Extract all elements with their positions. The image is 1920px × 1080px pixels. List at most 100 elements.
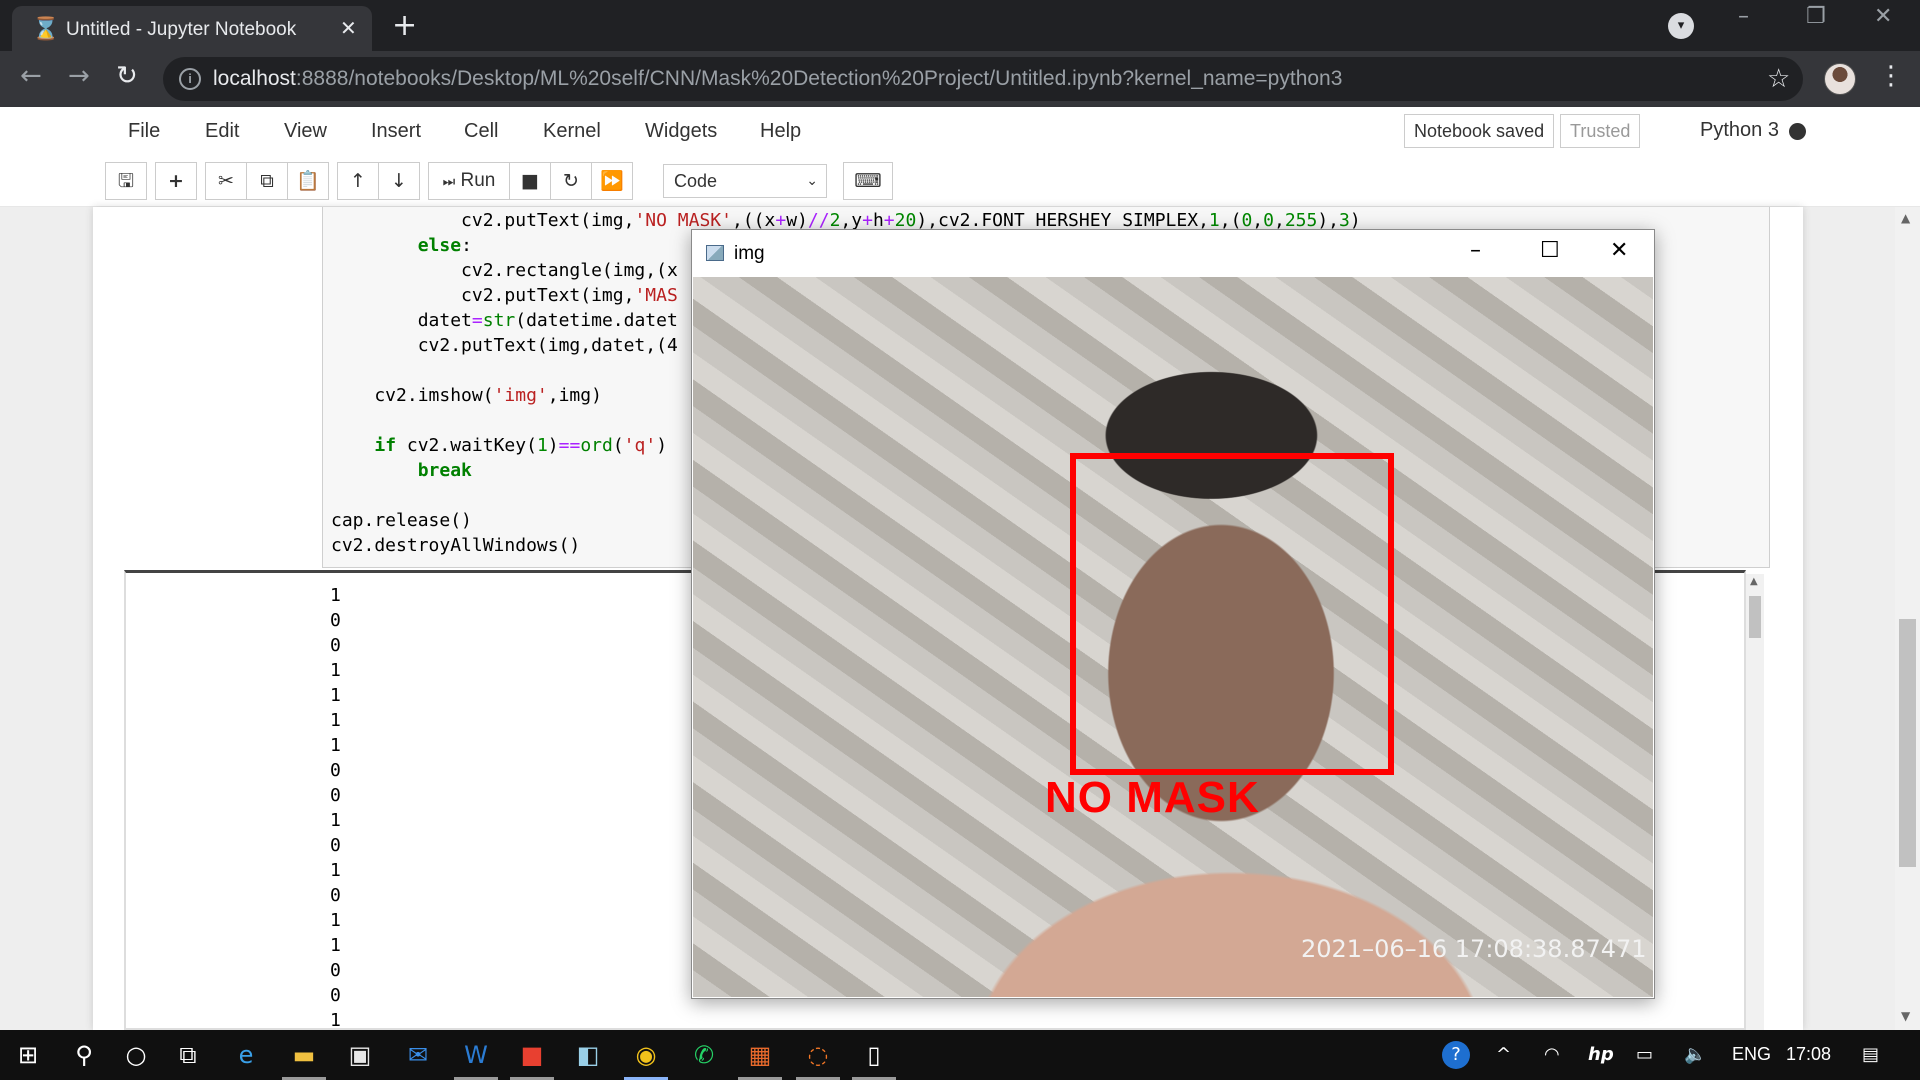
battery-icon[interactable]: ▭ [1636,1044,1653,1065]
help-icon[interactable]: ? [1442,1041,1470,1069]
scrollbar-thumb[interactable] [1899,619,1916,867]
insert-cell-icon[interactable]: + [155,162,197,200]
opencv-image-window[interactable]: img – ☐ ✕ NO MASK 2021–06–16 17:08:38.87… [691,229,1655,999]
run-button[interactable]: ⏭ Run [428,162,510,200]
volume-icon[interactable]: 🔈 [1684,1044,1706,1065]
close-window-icon[interactable]: ✕ [1874,4,1892,29]
output-line: 1 [330,660,341,681]
tab-search-icon[interactable]: ▾ [1668,13,1694,39]
site-info-icon[interactable]: i [179,68,201,90]
maximize-icon[interactable]: ☐ [1540,238,1560,263]
code-line: cap.release() [331,510,472,531]
output-line: 1 [330,710,341,731]
cut-icon[interactable]: ✂ [205,162,247,200]
mail-icon[interactable]: ✉ [390,1030,446,1080]
output-line: 1 [330,810,341,831]
menu-view[interactable]: View [284,120,327,143]
chevron-down-icon: ⌄ [806,173,818,189]
opencv-window-icon[interactable]: ▯ [846,1030,902,1080]
restart-run-all-icon[interactable]: ⏩ [591,162,633,200]
output-scrollbar[interactable]: ▲ [1746,574,1764,1030]
app-icon [706,245,724,261]
browser-menu-icon[interactable]: ⋮ [1878,61,1904,91]
menu-cell[interactable]: Cell [464,120,498,143]
code-line: datet=str(datetime.datet [331,310,678,331]
minimize-icon[interactable]: – [1470,238,1481,263]
kernel-name: Python 3 [1700,119,1779,141]
clock[interactable]: 17:08 [1786,1044,1831,1065]
forward-icon[interactable]: → [68,61,90,91]
output-line: 1 [330,1010,341,1030]
menu-insert[interactable]: Insert [371,120,421,143]
scroll-down-icon[interactable]: ▼ [1901,1009,1910,1023]
new-tab-button[interactable]: + [392,8,417,43]
output-line: 0 [330,610,341,631]
detection-label: NO MASK [1045,773,1260,822]
task-view-icon[interactable]: ⧉ [160,1030,216,1080]
menu-widgets[interactable]: Widgets [645,120,717,143]
output-line: 1 [330,935,341,956]
whatsapp-icon[interactable]: ✆ [676,1030,732,1080]
cortana-icon[interactable]: ○ [108,1030,164,1080]
file-explorer-icon[interactable]: ▬ [276,1030,332,1080]
code-line: cv2.destroyAllWindows() [331,535,581,556]
trusted-indicator[interactable]: Trusted [1560,114,1641,148]
paste-icon[interactable]: 📋 [287,162,329,200]
run-icon: ⏭ [442,174,456,190]
output-line: 0 [330,835,341,856]
cell-type-select[interactable]: Code ⌄ [663,164,827,198]
keyboard-icon[interactable]: ⌨ [843,162,893,200]
search-icon[interactable]: ⚲ [56,1030,112,1080]
scroll-up-icon[interactable]: ▲ [1901,211,1910,225]
move-down-icon[interactable]: ↓ [378,162,420,200]
store-icon[interactable]: ▣ [332,1030,388,1080]
restore-icon[interactable]: ❐ [1806,4,1826,29]
edge-browser-icon[interactable]: e [218,1030,274,1080]
windows-start-icon[interactable]: ⊞ [0,1030,56,1080]
grid-app-icon[interactable]: ▦ [732,1030,788,1080]
page-scrollbar[interactable]: ▲ ▼ [1895,207,1920,1030]
interrupt-icon[interactable]: ■ [509,162,551,200]
scroll-up-icon[interactable]: ▲ [1750,576,1758,587]
menu-file[interactable]: File [128,120,160,143]
code-line: cv2.imshow('img',img) [331,385,602,406]
restart-icon[interactable]: ↻ [550,162,592,200]
menu-help[interactable]: Help [760,120,801,143]
output-line: 0 [330,985,341,1006]
close-tab-icon[interactable]: ✕ [340,16,357,40]
back-icon[interactable]: ← [20,61,42,91]
copy-icon[interactable]: ⧉ [246,162,288,200]
colorful-app-icon[interactable]: ■ [504,1030,560,1080]
tab-title: Untitled - Jupyter Notebook [66,19,297,40]
hp-icon[interactable]: hp [1588,1044,1614,1065]
code-line: cv2.rectangle(img,(x [331,260,678,281]
cell-type-value: Code [674,171,718,191]
save-icon[interactable]: 🖫 [105,162,147,200]
menu-kernel[interactable]: Kernel [543,120,601,143]
output-line: 0 [330,960,341,981]
browser-toolbar: ← → ↻ i localhost:8888/notebooks/Desktop… [0,51,1920,107]
reload-icon[interactable]: ↻ [116,61,138,91]
move-up-icon[interactable]: ↑ [337,162,379,200]
notepad-app-icon[interactable]: ◧ [560,1030,616,1080]
output-line: 0 [330,635,341,656]
wifi-icon[interactable]: ◠ [1544,1044,1560,1065]
scrollbar-thumb[interactable] [1749,596,1761,638]
language-indicator[interactable]: ENG [1732,1044,1771,1065]
profile-avatar[interactable] [1824,63,1856,95]
address-bar[interactable]: i localhost:8888/notebooks/Desktop/ML%20… [163,57,1803,101]
browser-tab[interactable]: ⌛ Untitled - Jupyter Notebook ✕ [12,6,372,51]
word-icon[interactable]: W [448,1030,504,1080]
jupyter-icon[interactable]: ◌ [790,1030,846,1080]
menu-edit[interactable]: Edit [205,120,239,143]
chevron-up-icon[interactable]: ^ [1496,1044,1511,1065]
url-text[interactable]: localhost:8888/notebooks/Desktop/ML%20se… [213,67,1342,91]
output-line: 1 [330,735,341,756]
output-line: 0 [330,885,341,906]
chrome-icon[interactable]: ◉ [618,1030,674,1080]
bookmark-star-icon[interactable]: ☆ [1767,64,1790,94]
window-titlebar[interactable]: img – ☐ ✕ [692,230,1654,277]
minimize-icon[interactable]: – [1738,4,1749,29]
notifications-icon[interactable]: ▤ [1862,1044,1879,1065]
close-icon[interactable]: ✕ [1610,238,1628,263]
